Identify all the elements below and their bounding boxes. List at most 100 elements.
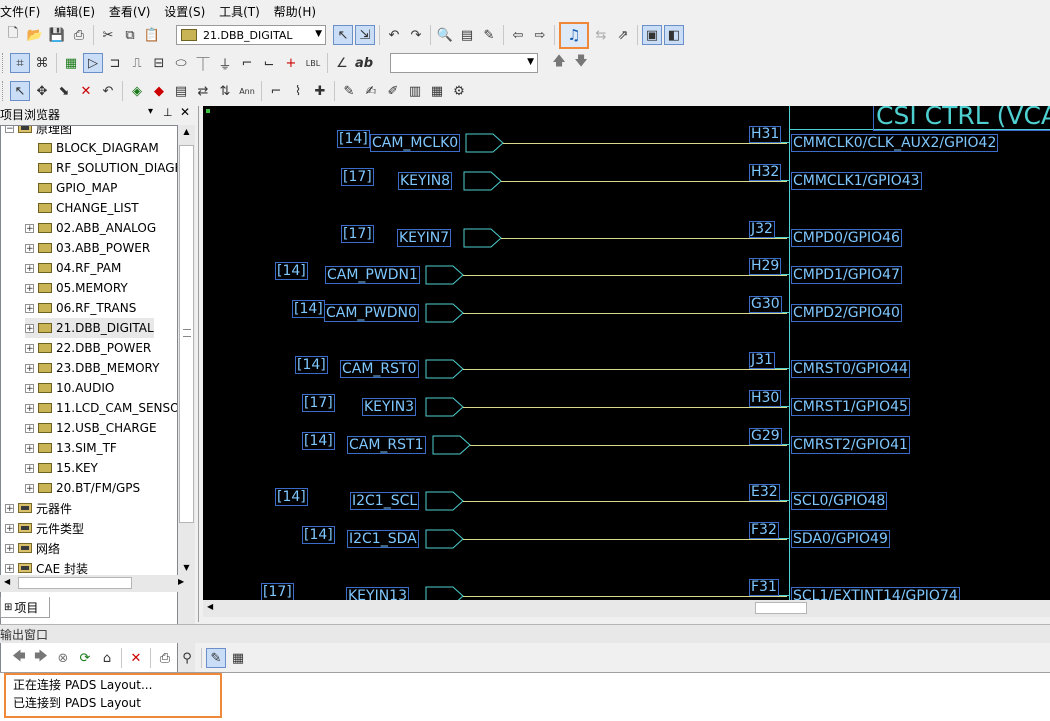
tree-item[interactable]: CHANGE_LIST [25,198,139,218]
net-label[interactable]: CAM_RST0 [340,360,419,378]
offpage-connector[interactable] [463,228,503,250]
tree-item[interactable]: + 网络 [5,538,60,558]
tree-item[interactable]: +04.RF_PAM [25,258,121,278]
edit-part-icon[interactable]: ▥ [405,81,425,101]
net-label[interactable]: CAM_MCLK0 [370,134,461,152]
expand-icon[interactable]: + [25,303,34,313]
net-wire[interactable] [503,143,787,144]
schematic-canvas[interactable]: CSI CTRL (VCA [14] CAM_MCLK0 H31 CMMCLK0/CL… [203,106,1050,600]
net-label[interactable]: CAM_RST1 [347,436,426,454]
scroll-thumb[interactable] [18,577,132,589]
redo-icon[interactable]: ↷ [406,25,426,45]
add-bus-entry-icon[interactable]: ⌇ [288,81,308,101]
stop-icon[interactable]: ⊗ [53,648,73,668]
offpage-connector[interactable] [425,586,465,600]
offpage-connector[interactable] [425,359,465,381]
tree-item[interactable]: +10.AUDIO [25,378,114,398]
tree-item[interactable]: +06.RF_TRANS [25,298,136,318]
pads-router-link-icon[interactable]: ⇆ [591,25,611,45]
offpage-connector[interactable] [463,171,503,193]
expand-icon[interactable]: + [5,503,14,513]
filter-icon[interactable]: ⌗ [10,53,30,73]
pointer-icon[interactable]: ↖ [10,81,30,101]
tab-project[interactable]: ⊞ 项目 [0,597,50,618]
tree-item[interactable]: +15.KEY [25,458,98,478]
label-icon[interactable]: LBL [303,53,323,73]
tree-item[interactable]: +03.ABB_POWER [25,238,150,258]
tree-vertical-scrollbar[interactable]: ▲ ▼ [178,125,195,680]
power-icon[interactable]: ⏉ [193,53,213,73]
next-sheet-icon[interactable]: ⇨ [530,25,550,45]
net-wire[interactable] [463,313,787,314]
wire-icon[interactable]: ⌐ [237,53,257,73]
sheet-ref[interactable]: [17] [341,225,374,243]
edit-text-icon[interactable]: ✍ [361,81,381,101]
scroll-up-icon[interactable]: ▲ [179,127,194,141]
net-wire[interactable] [463,596,787,597]
net-wire[interactable] [463,275,787,276]
open-file-icon[interactable]: 📂 [25,25,45,45]
tree-item[interactable]: +20.BT/FM/GPS [25,478,140,498]
clear-icon[interactable]: ✕ [126,648,146,668]
sheet-ref[interactable]: [14] [302,432,335,450]
tree-item[interactable]: +13.SIM_TF [25,438,117,458]
save-icon[interactable]: 💾 [47,25,67,45]
refresh-icon[interactable]: ⟳ [75,648,95,668]
tree-item[interactable]: +02.ABB_ANALOG [25,218,156,238]
canvas-horizontal-scrollbar[interactable]: ◀ [203,600,1050,617]
sheet-ref[interactable]: [17] [261,583,294,600]
net-wire[interactable] [463,369,787,370]
expand-icon[interactable]: + [25,443,34,453]
scroll-thumb[interactable] [179,145,194,523]
offpage-connector[interactable] [432,435,472,457]
scroll-left-icon[interactable]: ◀ [207,602,213,611]
find-output-icon[interactable]: ⚲ [177,648,197,668]
expand-icon[interactable]: + [25,483,34,493]
sheet-ref[interactable]: [14] [275,262,308,280]
sheet-ref[interactable]: [14] [302,526,335,544]
add-component-icon[interactable]: ◈ [127,81,147,101]
expand-icon[interactable]: + [5,543,14,553]
ground-icon[interactable]: ⏚ [215,53,235,73]
edit-output-icon[interactable]: ✎ [206,648,226,668]
net-label[interactable]: KEYIN3 [362,398,417,416]
text-icon[interactable]: ab [354,53,374,73]
sheet-select[interactable]: 21.DBB_DIGITAL ▼ [176,25,326,45]
swap-gate-icon[interactable]: ⇅ [215,81,235,101]
net-wire[interactable] [463,501,787,502]
grid-output-icon[interactable]: ▦ [228,648,248,668]
expand-icon[interactable]: + [25,363,34,373]
tree-horizontal-scrollbar[interactable]: ◀ ▶ [0,575,195,592]
menu-settings[interactable]: 设置(S) [158,0,209,22]
expand-icon[interactable]: + [5,523,14,533]
menu-tools[interactable]: 工具(T) [213,0,264,22]
add-connector-icon[interactable]: ⎍ [127,53,147,73]
filter-select[interactable]: ▼ [390,53,538,73]
print-icon[interactable]: ⎙ [69,25,89,45]
pin-icon[interactable]: ⊥ [163,106,173,119]
menu-edit[interactable]: 编辑(E) [48,0,99,22]
chevron-down-icon[interactable]: ▼ [527,57,534,67]
tree-item[interactable]: +22.DBB_POWER [25,338,151,358]
net-label[interactable]: KEYIN7 [397,229,452,247]
bus-icon[interactable]: ⊟ [149,53,169,73]
forward-icon[interactable]: 🡆 [31,648,51,668]
cut-icon[interactable]: ✂ [98,25,118,45]
expand-icon[interactable]: + [25,383,34,393]
add-net-icon[interactable]: ◆ [149,81,169,101]
tree-item[interactable]: + 元器件 [5,498,72,518]
offpage-connector[interactable] [465,133,505,155]
sheet-ref[interactable]: [14] [337,130,370,148]
edit-field-icon[interactable]: ✐ [383,81,403,101]
close-icon[interactable]: ✕ [180,105,190,119]
forward-annotate-icon[interactable]: ⇗ [613,25,633,45]
edit-library-icon[interactable]: ▦ [427,81,447,101]
home-icon[interactable]: ⌂ [97,648,117,668]
net-label[interactable]: KEYIN8 [398,172,453,190]
copy-icon[interactable]: ⧉ [120,25,140,45]
expand-icon[interactable]: + [25,323,34,333]
tree-item[interactable]: +21.DBB_DIGITAL [25,318,154,338]
tree-item[interactable]: + 元件类型 [5,518,84,538]
properties-icon[interactable]: ▤ [457,25,477,45]
back-icon[interactable]: 🡄 [9,648,29,668]
